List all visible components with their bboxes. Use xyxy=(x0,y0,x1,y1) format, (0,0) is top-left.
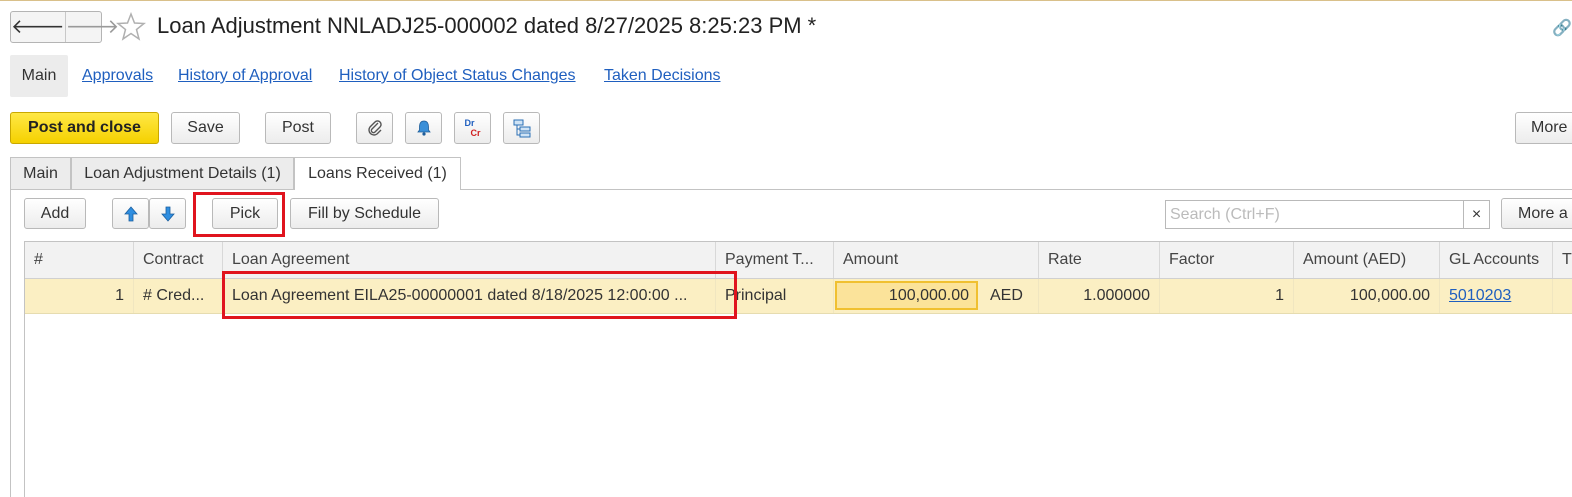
more-actions-button[interactable]: More a xyxy=(1501,198,1572,229)
tab-divider xyxy=(10,189,1572,190)
cell-amount-aed: 100,000.00 xyxy=(1294,279,1440,313)
column-number[interactable]: # xyxy=(25,242,134,278)
column-contract[interactable]: Contract xyxy=(134,242,223,278)
cell-amount-input[interactable]: 100,000.00 xyxy=(835,281,978,310)
fill-by-schedule-button[interactable]: Fill by Schedule xyxy=(290,198,439,229)
move-up-icon[interactable] xyxy=(112,198,149,229)
structure-icon[interactable] xyxy=(503,112,540,144)
nav-history-of-approval[interactable]: History of Approval xyxy=(178,67,312,85)
cr-label: Cr xyxy=(470,128,481,138)
link-icon[interactable]: 🔗 xyxy=(1552,18,1572,38)
history-nav: 🡐 🡒 xyxy=(10,11,119,43)
column-rate[interactable]: Rate xyxy=(1039,242,1160,278)
post-and-close-button[interactable]: Post and close xyxy=(10,112,159,144)
window-top-border xyxy=(0,0,1572,1)
nav-approvals[interactable]: Approvals xyxy=(82,67,153,85)
dr-label: Dr xyxy=(464,118,475,128)
gl-account-link[interactable]: 5010203 xyxy=(1449,287,1511,305)
nav-history-of-object-status-changes[interactable]: History of Object Status Changes xyxy=(339,67,576,85)
column-amount-aed[interactable]: Amount (AED) xyxy=(1294,242,1440,278)
more-button[interactable]: More xyxy=(1515,112,1572,144)
forward-arrow-icon[interactable]: 🡒 xyxy=(66,12,120,42)
nav-taken-decisions[interactable]: Taken Decisions xyxy=(604,67,721,85)
search-box: × xyxy=(1165,200,1490,229)
favorite-star-icon[interactable] xyxy=(115,11,147,42)
pick-highlight-box xyxy=(193,192,285,237)
column-amount[interactable]: Amount xyxy=(834,242,1039,278)
column-t[interactable]: T xyxy=(1553,242,1572,278)
tab-main[interactable]: Main xyxy=(10,157,71,189)
panel-left-border xyxy=(10,189,11,497)
cell-currency: AED xyxy=(981,279,1039,313)
clear-search-icon[interactable]: × xyxy=(1463,201,1489,228)
page-title: Loan Adjustment NNLADJ25-000002 dated 8/… xyxy=(157,13,817,38)
search-input[interactable] xyxy=(1166,201,1463,228)
nav-main[interactable]: Main xyxy=(10,55,68,97)
cell-factor: 1 xyxy=(1160,279,1294,313)
back-arrow-icon[interactable]: 🡐 xyxy=(11,12,66,42)
cell-rate: 1.000000 xyxy=(1039,279,1160,313)
save-button[interactable]: Save xyxy=(171,112,240,144)
column-gl-accounts[interactable]: GL Accounts xyxy=(1440,242,1553,278)
loan-agreement-highlight-box xyxy=(222,271,737,319)
cell-contract: # Cred... xyxy=(134,279,223,313)
tab-loan-adjustment-details[interactable]: Loan Adjustment Details (1) xyxy=(71,157,294,189)
dr-cr-icon[interactable]: Dr Cr xyxy=(454,112,491,144)
column-factor[interactable]: Factor xyxy=(1160,242,1294,278)
cell-gl-accounts: 5010203 xyxy=(1440,279,1553,313)
move-down-icon[interactable] xyxy=(149,198,186,229)
add-button[interactable]: Add xyxy=(24,198,86,229)
tab-loans-received[interactable]: Loans Received (1) xyxy=(294,157,461,190)
paperclip-icon[interactable] xyxy=(356,112,393,144)
post-button[interactable]: Post xyxy=(265,112,331,144)
bell-icon[interactable] xyxy=(405,112,442,144)
cell-number: 1 xyxy=(25,279,134,313)
